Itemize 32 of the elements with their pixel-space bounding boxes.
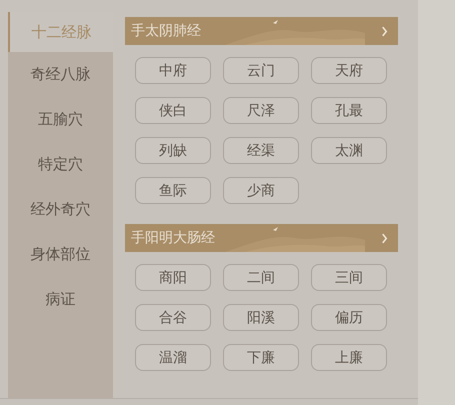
acupoint-button[interactable]: 阳溪 [223, 304, 299, 331]
section-title: 手太阴肺经 [131, 22, 201, 40]
acupoint-button[interactable]: 孔最 [311, 97, 387, 124]
acupoint-button[interactable]: 经渠 [223, 137, 299, 164]
sidebar-item[interactable]: 身体部位 [8, 232, 113, 277]
sidebar-item[interactable]: 特定穴 [8, 142, 113, 187]
acupoint-button[interactable]: 温溜 [135, 344, 211, 371]
sidebar-item[interactable]: 五腧穴 [8, 97, 113, 142]
acupoint-button[interactable]: 天府 [311, 57, 387, 84]
acupoint-button[interactable]: 二间 [223, 264, 299, 291]
acupoint-button[interactable]: 三间 [311, 264, 387, 291]
acupoint-button[interactable]: 上廉 [311, 344, 387, 371]
acupoint-button[interactable]: 侠白 [135, 97, 211, 124]
acupoint-button[interactable]: 鱼际 [135, 177, 211, 204]
sidebar-item[interactable]: 奇经八脉 [8, 52, 113, 97]
section-header[interactable]: 手太阴肺经 [125, 17, 398, 45]
acupoint-button[interactable]: 云门 [223, 57, 299, 84]
acupoint-button[interactable]: 商阳 [135, 264, 211, 291]
section-title: 手阳明大肠经 [131, 229, 215, 247]
acupoint-button[interactable]: 下廉 [223, 344, 299, 371]
acupoint-button[interactable]: 偏历 [311, 304, 387, 331]
acupoint-button[interactable]: 太渊 [311, 137, 387, 164]
chevron-right-icon [381, 26, 388, 36]
sidebar-item[interactable]: 病证 [8, 277, 113, 322]
chevron-right-icon [381, 232, 388, 244]
acupoint-button[interactable]: 尺泽 [223, 97, 299, 124]
acupoint-button[interactable]: 列缺 [135, 137, 211, 164]
acupoint-button[interactable]: 少商 [223, 177, 299, 204]
acupoint-button[interactable]: 中府 [135, 57, 211, 84]
section-header[interactable]: 手阳明大肠经 [125, 224, 398, 252]
acupoint-button[interactable]: 合谷 [135, 304, 211, 331]
sidebar-item[interactable]: 经外奇穴 [8, 187, 113, 232]
